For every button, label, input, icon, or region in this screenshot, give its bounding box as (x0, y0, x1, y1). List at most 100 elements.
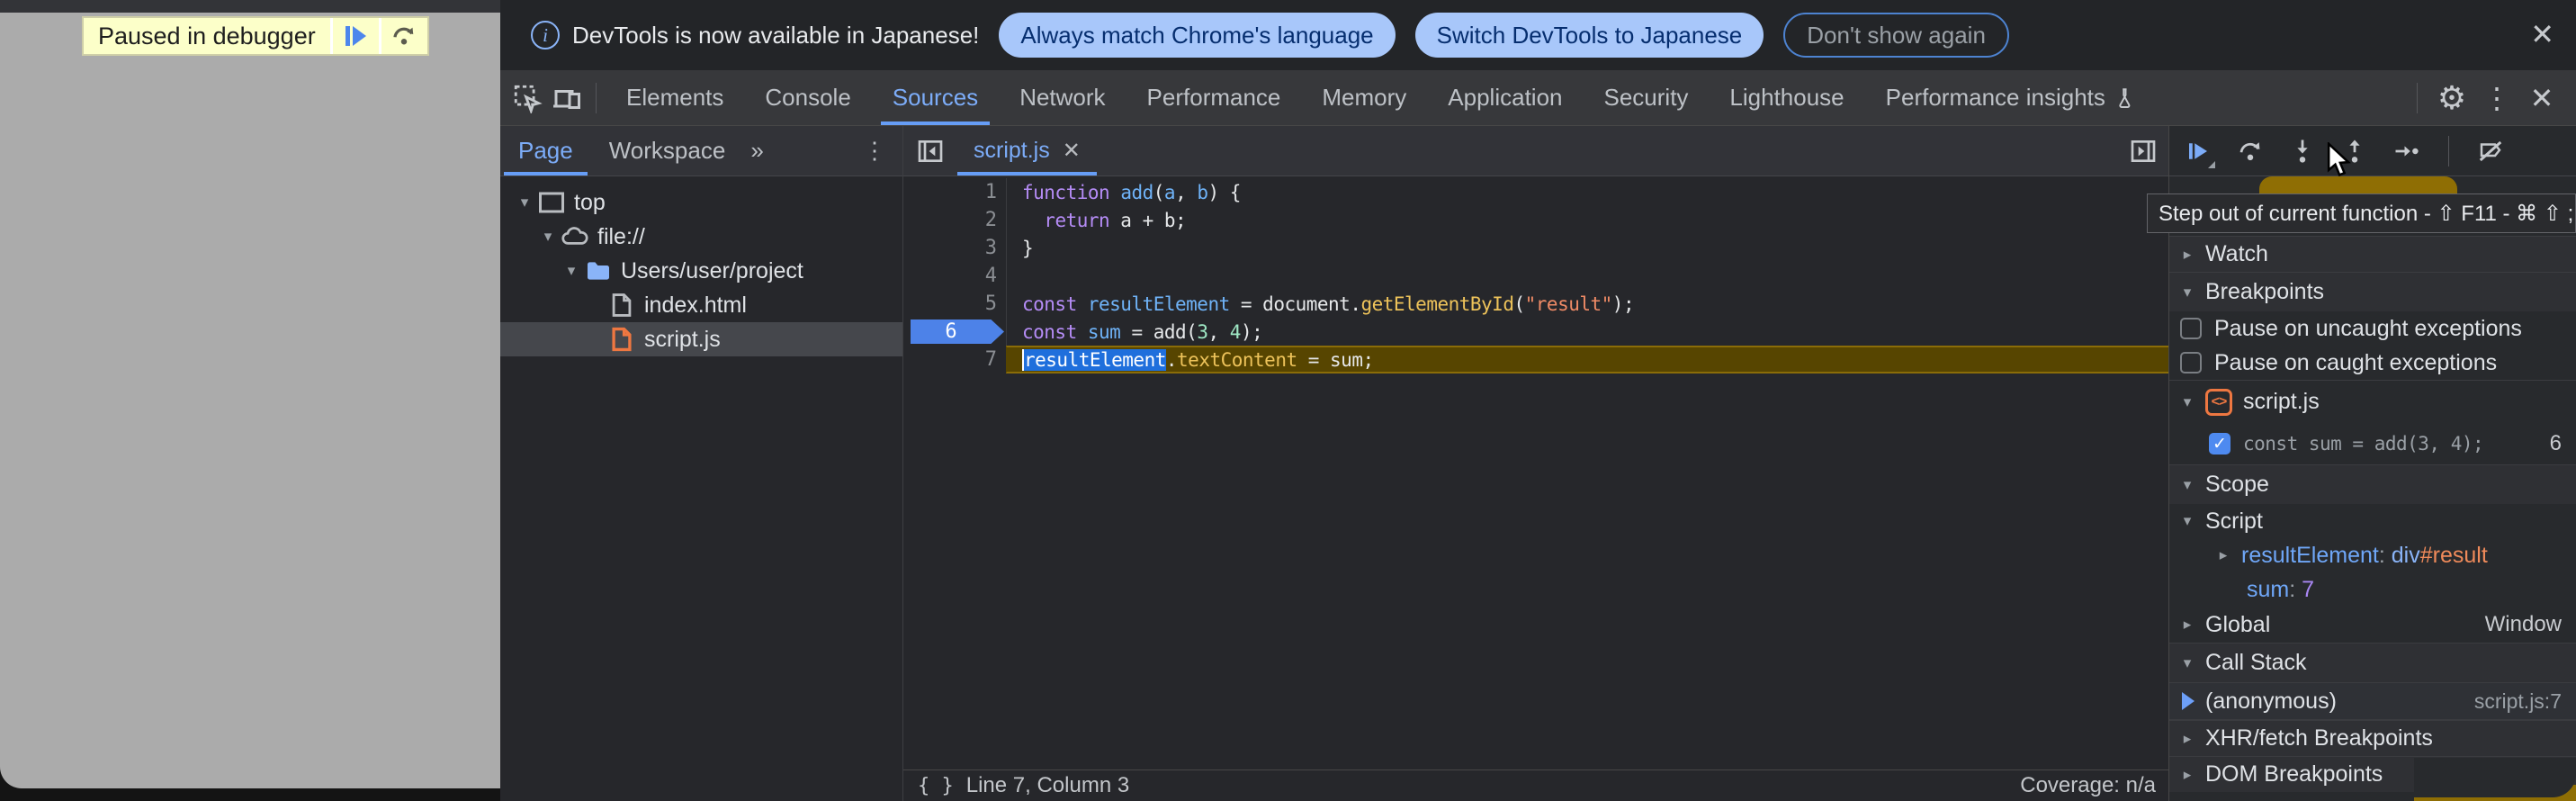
scope-group-label: Global (2205, 612, 2270, 638)
inspect-element-button[interactable] (507, 78, 547, 118)
coverage-status: Coverage: n/a (2020, 773, 2168, 798)
code-text[interactable] (1006, 262, 2168, 290)
tab-label: Security (1604, 84, 1689, 112)
tab-network[interactable]: Network (999, 70, 1126, 125)
code-line-1[interactable]: 1function add(a, b) { (903, 178, 2168, 206)
infobar-close-icon[interactable]: ✕ (2530, 20, 2554, 49)
collapse-navigator-button[interactable] (911, 131, 950, 171)
section-scope[interactable]: ▾ Scope (2169, 464, 2576, 504)
settings-gear-icon[interactable]: ⚙ (2432, 78, 2472, 118)
code-text[interactable]: const sum = add(3, 4); (1006, 318, 2168, 346)
chevron-down-icon[interactable]: ▾ (513, 194, 536, 212)
tree-item-label: file:// (597, 224, 645, 250)
section-breakpoints[interactable]: ▾ Breakpoints (2169, 272, 2576, 311)
step-over-button[interactable] (2230, 131, 2270, 171)
resume-button[interactable] (2178, 131, 2218, 171)
checkbox-unchecked[interactable] (2180, 318, 2202, 339)
breakpoint-line-number: 6 (2550, 431, 2576, 456)
code-editor[interactable]: 1function add(a, b) {2 return a + b;3}45… (903, 176, 2168, 770)
frame-name: (anonymous) (2205, 688, 2337, 715)
line-number-gutter[interactable]: 1 (903, 181, 1006, 203)
line-number-gutter[interactable]: 2 (903, 209, 1006, 231)
section-label: DOM Breakpoints (2205, 761, 2383, 788)
code-text[interactable]: const resultElement = document.getElemen… (1006, 290, 2168, 318)
pretty-print-icon[interactable]: { } (918, 775, 954, 797)
tab-security[interactable]: Security (1584, 70, 1710, 125)
tab-page[interactable]: Page (500, 126, 591, 176)
devtools-tabs: ElementsConsoleSourcesNetworkPerformance… (606, 70, 2159, 125)
section-label: Scope (2205, 472, 2269, 498)
checkbox-unchecked[interactable] (2180, 352, 2202, 374)
more-options-icon[interactable]: ⋮ (2477, 78, 2517, 118)
tab-performance[interactable]: Performance (1126, 70, 1302, 125)
scope-var-resultElement[interactable]: ▸ resultElement: div#result (2169, 538, 2576, 572)
code-token: sum (1088, 321, 1120, 343)
switch-devtools-japanese-button[interactable]: Switch DevTools to Japanese (1415, 13, 1764, 58)
navigator-menu-icon[interactable]: ⋮ (856, 137, 902, 165)
section-call-stack[interactable]: ▾ Call Stack (2169, 643, 2576, 682)
breakpoint-group-script-js[interactable]: ▾ <> script.js (2169, 380, 2576, 423)
code-token: = sum; (1297, 349, 1374, 371)
tree-item-users-user-project[interactable]: ▾Users/user/project (500, 254, 902, 288)
code-text[interactable]: return a + b; (1006, 206, 2168, 234)
more-tabs-chevron-icon[interactable]: » (743, 137, 770, 165)
tab-console[interactable]: Console (744, 70, 871, 125)
tab-performance-insights[interactable]: Performance insights (1865, 70, 2159, 125)
code-line-4[interactable]: 4 (903, 262, 2168, 290)
line-number-gutter[interactable]: 7 (903, 348, 1006, 371)
toolbar-separator (2417, 83, 2418, 113)
tree-item-index-html[interactable]: index.html (500, 288, 902, 322)
tab-application[interactable]: Application (1427, 70, 1583, 125)
call-stack-frame[interactable]: (anonymous) script.js:7 (2169, 682, 2576, 720)
code-token: resultElement (1088, 293, 1230, 315)
resume-script-button[interactable] (330, 18, 379, 54)
breakpoint-entry[interactable]: ✓ const sum = add(3, 4); 6 (2169, 423, 2576, 464)
close-devtools-icon[interactable]: ✕ (2522, 78, 2562, 118)
code-line-3[interactable]: 3} (903, 234, 2168, 262)
tab-workspace[interactable]: Workspace (591, 126, 744, 176)
editor-tab-script-js[interactable]: script.js ✕ (957, 126, 1097, 176)
screen: Paused in debugger i DevTools is now ava… (0, 0, 2576, 801)
code-line-2[interactable]: 2 return a + b; (903, 206, 2168, 234)
scope-var-sum[interactable]: sum: 7 (2169, 572, 2576, 607)
section-label: Watch (2205, 241, 2268, 267)
step-into-button[interactable] (2283, 131, 2322, 171)
line-number-gutter[interactable]: 3 (903, 237, 1006, 259)
code-line-7[interactable]: 7resultElement.textContent = sum; (903, 346, 2168, 374)
deactivate-breakpoints-button[interactable] (2471, 131, 2510, 171)
tab-lighthouse[interactable]: Lighthouse (1709, 70, 1864, 125)
tab-elements[interactable]: Elements (606, 70, 744, 125)
dont-show-again-button[interactable]: Don't show again (1783, 13, 2009, 58)
breakpoint-marker[interactable]: 6 (903, 320, 1006, 344)
chevron-down-icon[interactable]: ▾ (536, 228, 560, 246)
pause-on-uncaught-row[interactable]: Pause on uncaught exceptions (2169, 311, 2576, 346)
line-number-gutter[interactable]: 4 (903, 265, 1006, 287)
code-text[interactable]: } (1006, 234, 2168, 262)
section-watch[interactable]: ▸ Watch (2169, 236, 2576, 272)
device-toolbar-button[interactable] (547, 78, 587, 118)
scope-global-group[interactable]: ▸ Global Window (2169, 607, 2576, 643)
code-text[interactable]: resultElement.textContent = sum; (1006, 346, 2168, 374)
debugger-toolbar (2169, 126, 2576, 176)
tree-item-script-js[interactable]: script.js (500, 322, 902, 356)
collapse-debugger-button[interactable] (2123, 131, 2163, 171)
section-xhr-breakpoints[interactable]: ▸ XHR/fetch Breakpoints (2169, 720, 2576, 756)
code-line-5[interactable]: 5const resultElement = document.getEleme… (903, 290, 2168, 318)
checkbox-checked[interactable]: ✓ (2209, 433, 2230, 454)
code-text[interactable]: function add(a, b) { (1006, 178, 2168, 206)
code-token (1077, 321, 1088, 343)
match-chrome-language-button[interactable]: Always match Chrome's language (999, 13, 1395, 58)
line-number-gutter[interactable]: 5 (903, 292, 1006, 315)
tree-item-top[interactable]: ▾top (500, 185, 902, 220)
checkbox-label: Pause on caught exceptions (2214, 350, 2497, 376)
step-over-banner-button[interactable] (379, 18, 427, 54)
scope-script-group[interactable]: ▾ Script (2169, 504, 2576, 538)
code-line-6[interactable]: 6const sum = add(3, 4); (903, 318, 2168, 346)
tab-sources[interactable]: Sources (872, 70, 999, 125)
pause-on-caught-row[interactable]: Pause on caught exceptions (2169, 346, 2576, 380)
tab-memory[interactable]: Memory (1301, 70, 1427, 125)
chevron-down-icon[interactable]: ▾ (560, 262, 583, 280)
step-button[interactable] (2387, 131, 2427, 171)
editor-tab-close-icon[interactable]: ✕ (1063, 138, 1081, 164)
tree-item-file-[interactable]: ▾ file:// (500, 220, 902, 254)
